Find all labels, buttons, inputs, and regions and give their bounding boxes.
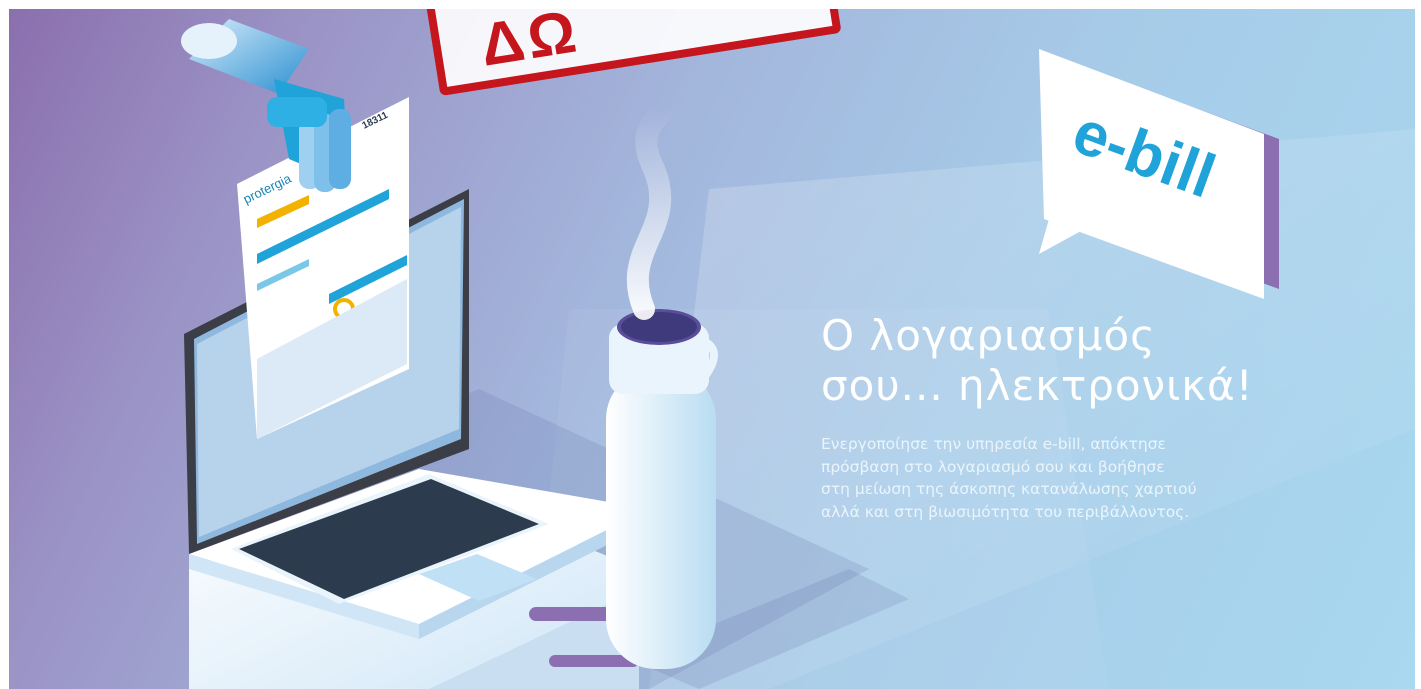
description-line-2: πρόσβαση στο λογαριασμό σου και βοήθησε [821,457,1165,476]
description: Ενεργοποίησε την υπηρεσία e-bill, απόκτη… [821,433,1291,523]
description-line-3: στη μείωση της άσκοπης κατανάλωσης χαρτι… [821,480,1197,498]
headline: Ο λογαριασμός σου... ηλεκτρονικά! [821,311,1254,411]
hero-banner[interactable]: protergia 18311 e-bill ΔΩ Ο λογαριασμός … [9,9,1415,689]
hand-icon [181,19,351,192]
headline-line-1: Ο λογαριασμός [821,311,1156,360]
headline-line-2: σου... ηλεκτρονικά! [821,361,1254,410]
description-line-1: Ενεργοποίησε την υπηρεσία e-bill, απόκτη… [821,435,1166,453]
steam-icon [626,98,675,320]
stamp-text: ΔΩ [475,9,585,79]
description-line-4: αλλά και στη βιωσιμότητα του περιβάλλοντ… [821,502,1190,521]
